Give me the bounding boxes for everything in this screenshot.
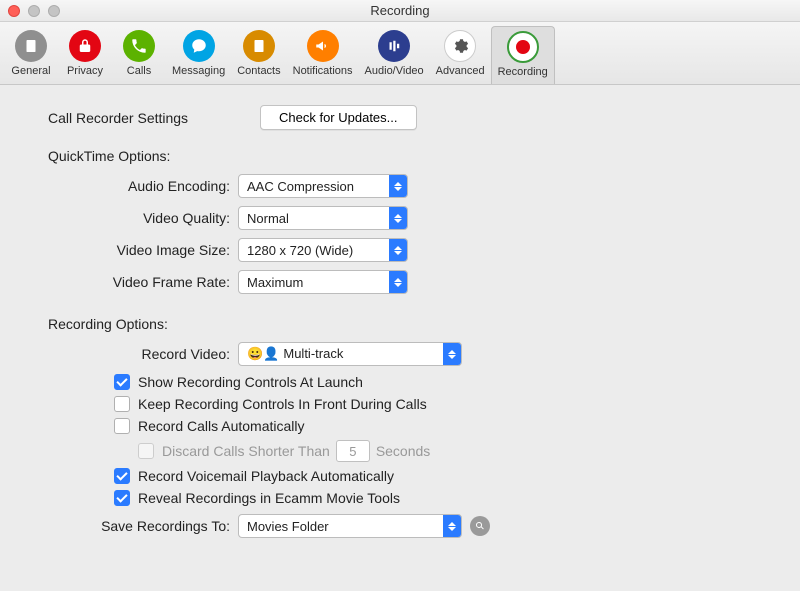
select-value: Movies Folder [239,519,443,534]
select-value: Maximum [239,275,389,290]
chat-icon [183,30,215,62]
select-value: 😀👤Multi-track [239,346,443,362]
titlebar: Recording [0,0,800,22]
minimize-icon[interactable] [28,5,40,17]
checkbox-label: Reveal Recordings in Ecamm Movie Tools [138,490,400,506]
save-to-label: Save Recordings To: [48,518,238,534]
tab-contacts[interactable]: Contacts [231,26,286,84]
discard-short-checkbox [138,443,154,459]
checkbox-label: Record Calls Automatically [138,418,305,434]
save-to-select[interactable]: Movies Folder [238,514,462,538]
tab-label: Privacy [67,65,103,77]
checkbox-label: Show Recording Controls At Launch [138,374,363,390]
select-value: Normal [239,211,389,226]
settings-heading: Call Recorder Settings [48,110,260,126]
video-size-label: Video Image Size: [48,242,238,258]
megaphone-icon [307,30,339,62]
multitrack-icon: 😀👤 [247,346,279,361]
show-controls-checkbox[interactable] [114,374,130,390]
tab-label: Recording [498,66,548,78]
maximize-icon[interactable] [48,5,60,17]
voicemail-checkbox[interactable] [114,468,130,484]
discard-post-label: Seconds [376,443,430,459]
search-icon [474,520,486,532]
tab-privacy[interactable]: Privacy [58,26,112,84]
tab-label: Messaging [172,65,225,77]
content-area: Call Recorder Settings Check for Updates… [0,85,800,566]
select-value: AAC Compression [239,179,389,194]
tab-label: Notifications [293,65,353,77]
close-icon[interactable] [8,5,20,17]
recording-options-heading: Recording Options: [48,316,752,332]
keep-front-checkbox[interactable] [114,396,130,412]
tab-notifications[interactable]: Notifications [287,26,359,84]
auto-record-checkbox[interactable] [114,418,130,434]
tab-advanced[interactable]: Advanced [430,26,491,84]
window-title: Recording [0,3,800,18]
tab-messaging[interactable]: Messaging [166,26,231,84]
chevron-updown-icon [389,271,407,293]
chevron-updown-icon [389,175,407,197]
reveal-checkbox[interactable] [114,490,130,506]
contacts-icon [243,30,275,62]
checkbox-label: Keep Recording Controls In Front During … [138,396,427,412]
gear-icon [444,30,476,62]
video-framerate-select[interactable]: Maximum [238,270,408,294]
audio-encoding-select[interactable]: AAC Compression [238,174,408,198]
av-icon [378,30,410,62]
traffic-lights [8,5,60,17]
chevron-updown-icon [443,515,461,537]
lock-icon [69,30,101,62]
video-quality-label: Video Quality: [48,210,238,226]
chevron-updown-icon [389,239,407,261]
tab-label: Advanced [436,65,485,77]
audio-encoding-label: Audio Encoding: [48,178,238,194]
discard-pre-label: Discard Calls Shorter Than [162,443,330,459]
tab-label: General [11,65,50,77]
general-icon [15,30,47,62]
select-value: 1280 x 720 (Wide) [239,243,389,258]
record-icon [507,31,539,63]
reveal-folder-button[interactable] [470,516,490,536]
phone-icon [123,30,155,62]
checkbox-label: Record Voicemail Playback Automatically [138,468,394,484]
video-size-select[interactable]: 1280 x 720 (Wide) [238,238,408,262]
tab-calls[interactable]: Calls [112,26,166,84]
video-quality-select[interactable]: Normal [238,206,408,230]
record-video-select[interactable]: 😀👤Multi-track [238,342,462,366]
tab-label: Audio/Video [365,65,424,77]
record-video-label: Record Video: [48,346,238,362]
quicktime-heading: QuickTime Options: [48,148,752,164]
toolbar: General Privacy Calls Messaging Contacts… [0,22,800,85]
video-framerate-label: Video Frame Rate: [48,274,238,290]
tab-label: Calls [127,65,151,77]
discard-seconds-input [336,440,370,462]
tab-audio-video[interactable]: Audio/Video [359,26,430,84]
chevron-updown-icon [443,343,461,365]
check-updates-button[interactable]: Check for Updates... [260,105,417,130]
tab-general[interactable]: General [4,26,58,84]
chevron-updown-icon [389,207,407,229]
tab-recording[interactable]: Recording [491,26,555,84]
tab-label: Contacts [237,65,280,77]
